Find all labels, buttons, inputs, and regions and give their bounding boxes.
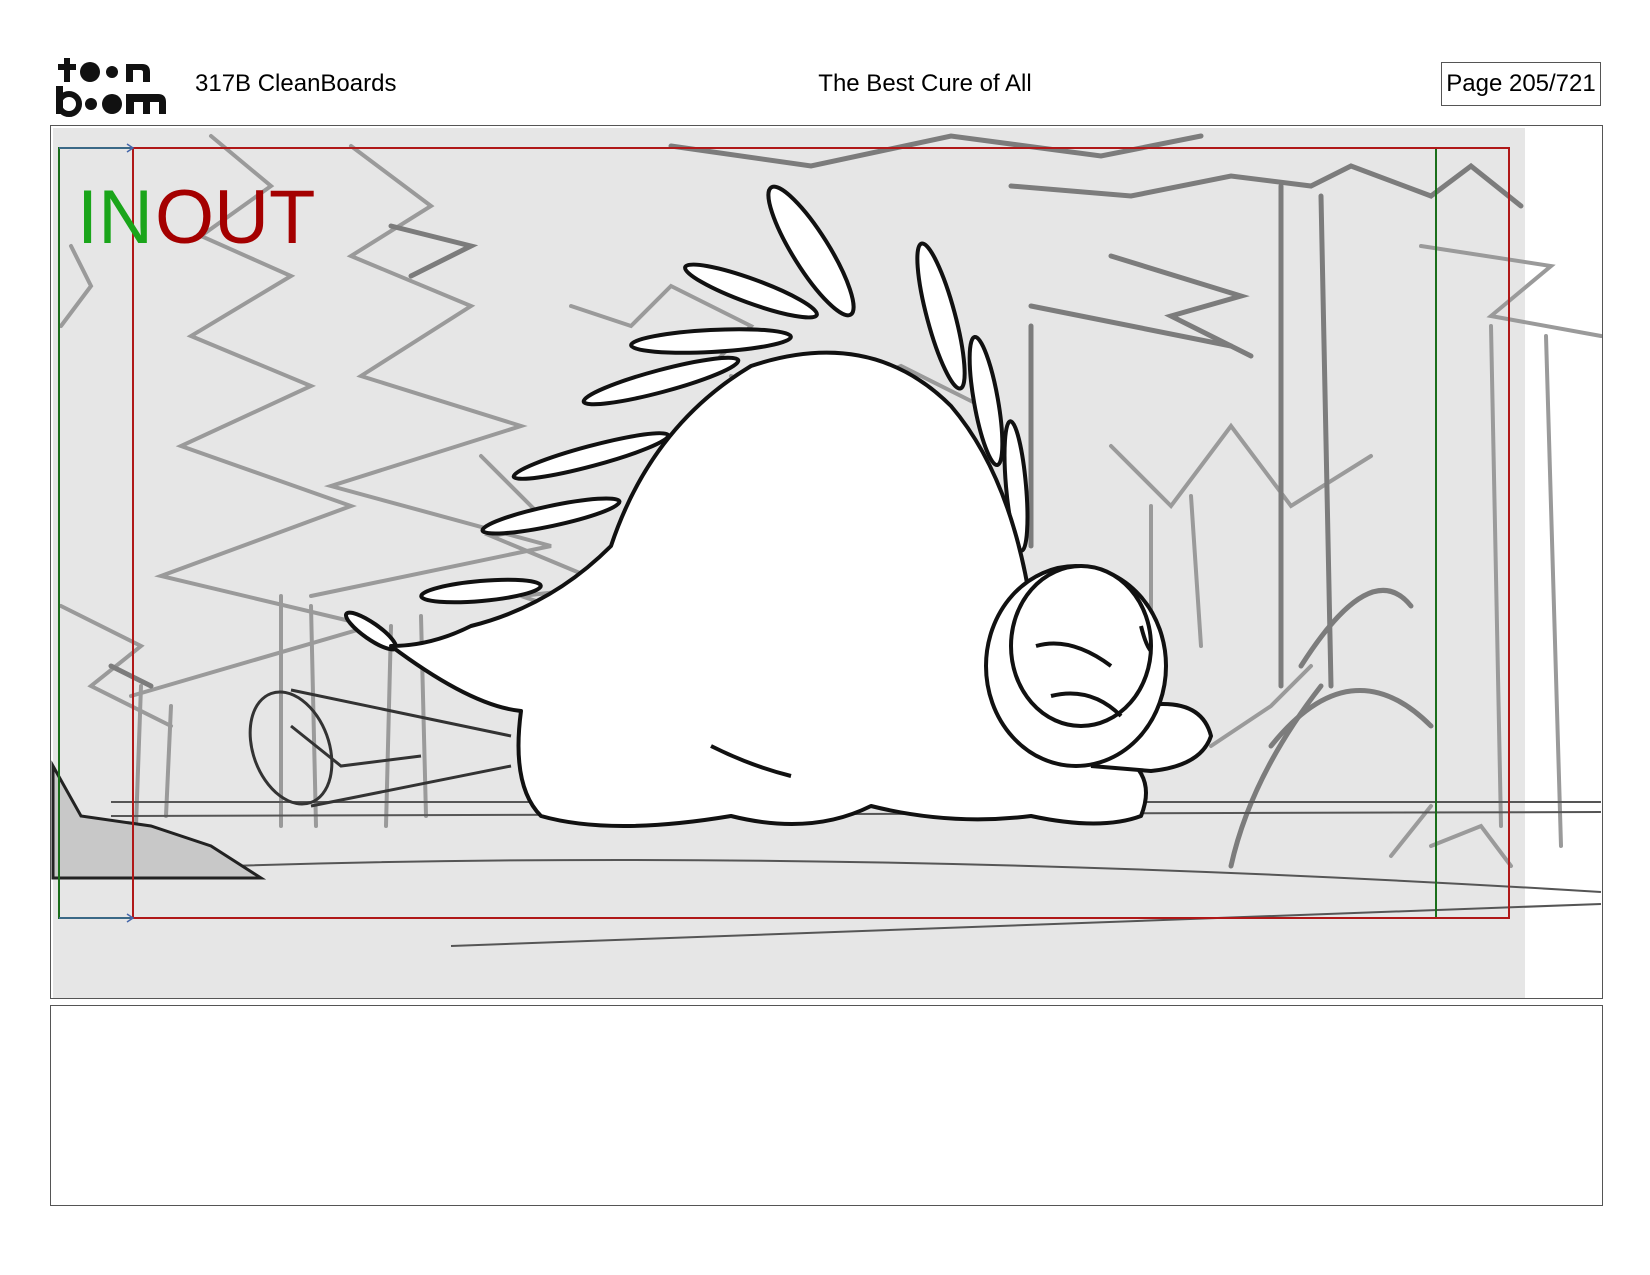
page-header: 317B CleanBoards The Best Cure of All Pa… (0, 0, 1650, 120)
out-frame-label: OUT (155, 175, 316, 260)
document-title: The Best Cure of All (818, 70, 1032, 97)
in-frame-label: IN (77, 175, 153, 260)
panel-notes-box (50, 1005, 1603, 1206)
creature-head (984, 564, 1168, 768)
storyboard-panel: IN OUT (50, 125, 1603, 999)
page-indicator: Page 205/721 (1441, 62, 1601, 106)
